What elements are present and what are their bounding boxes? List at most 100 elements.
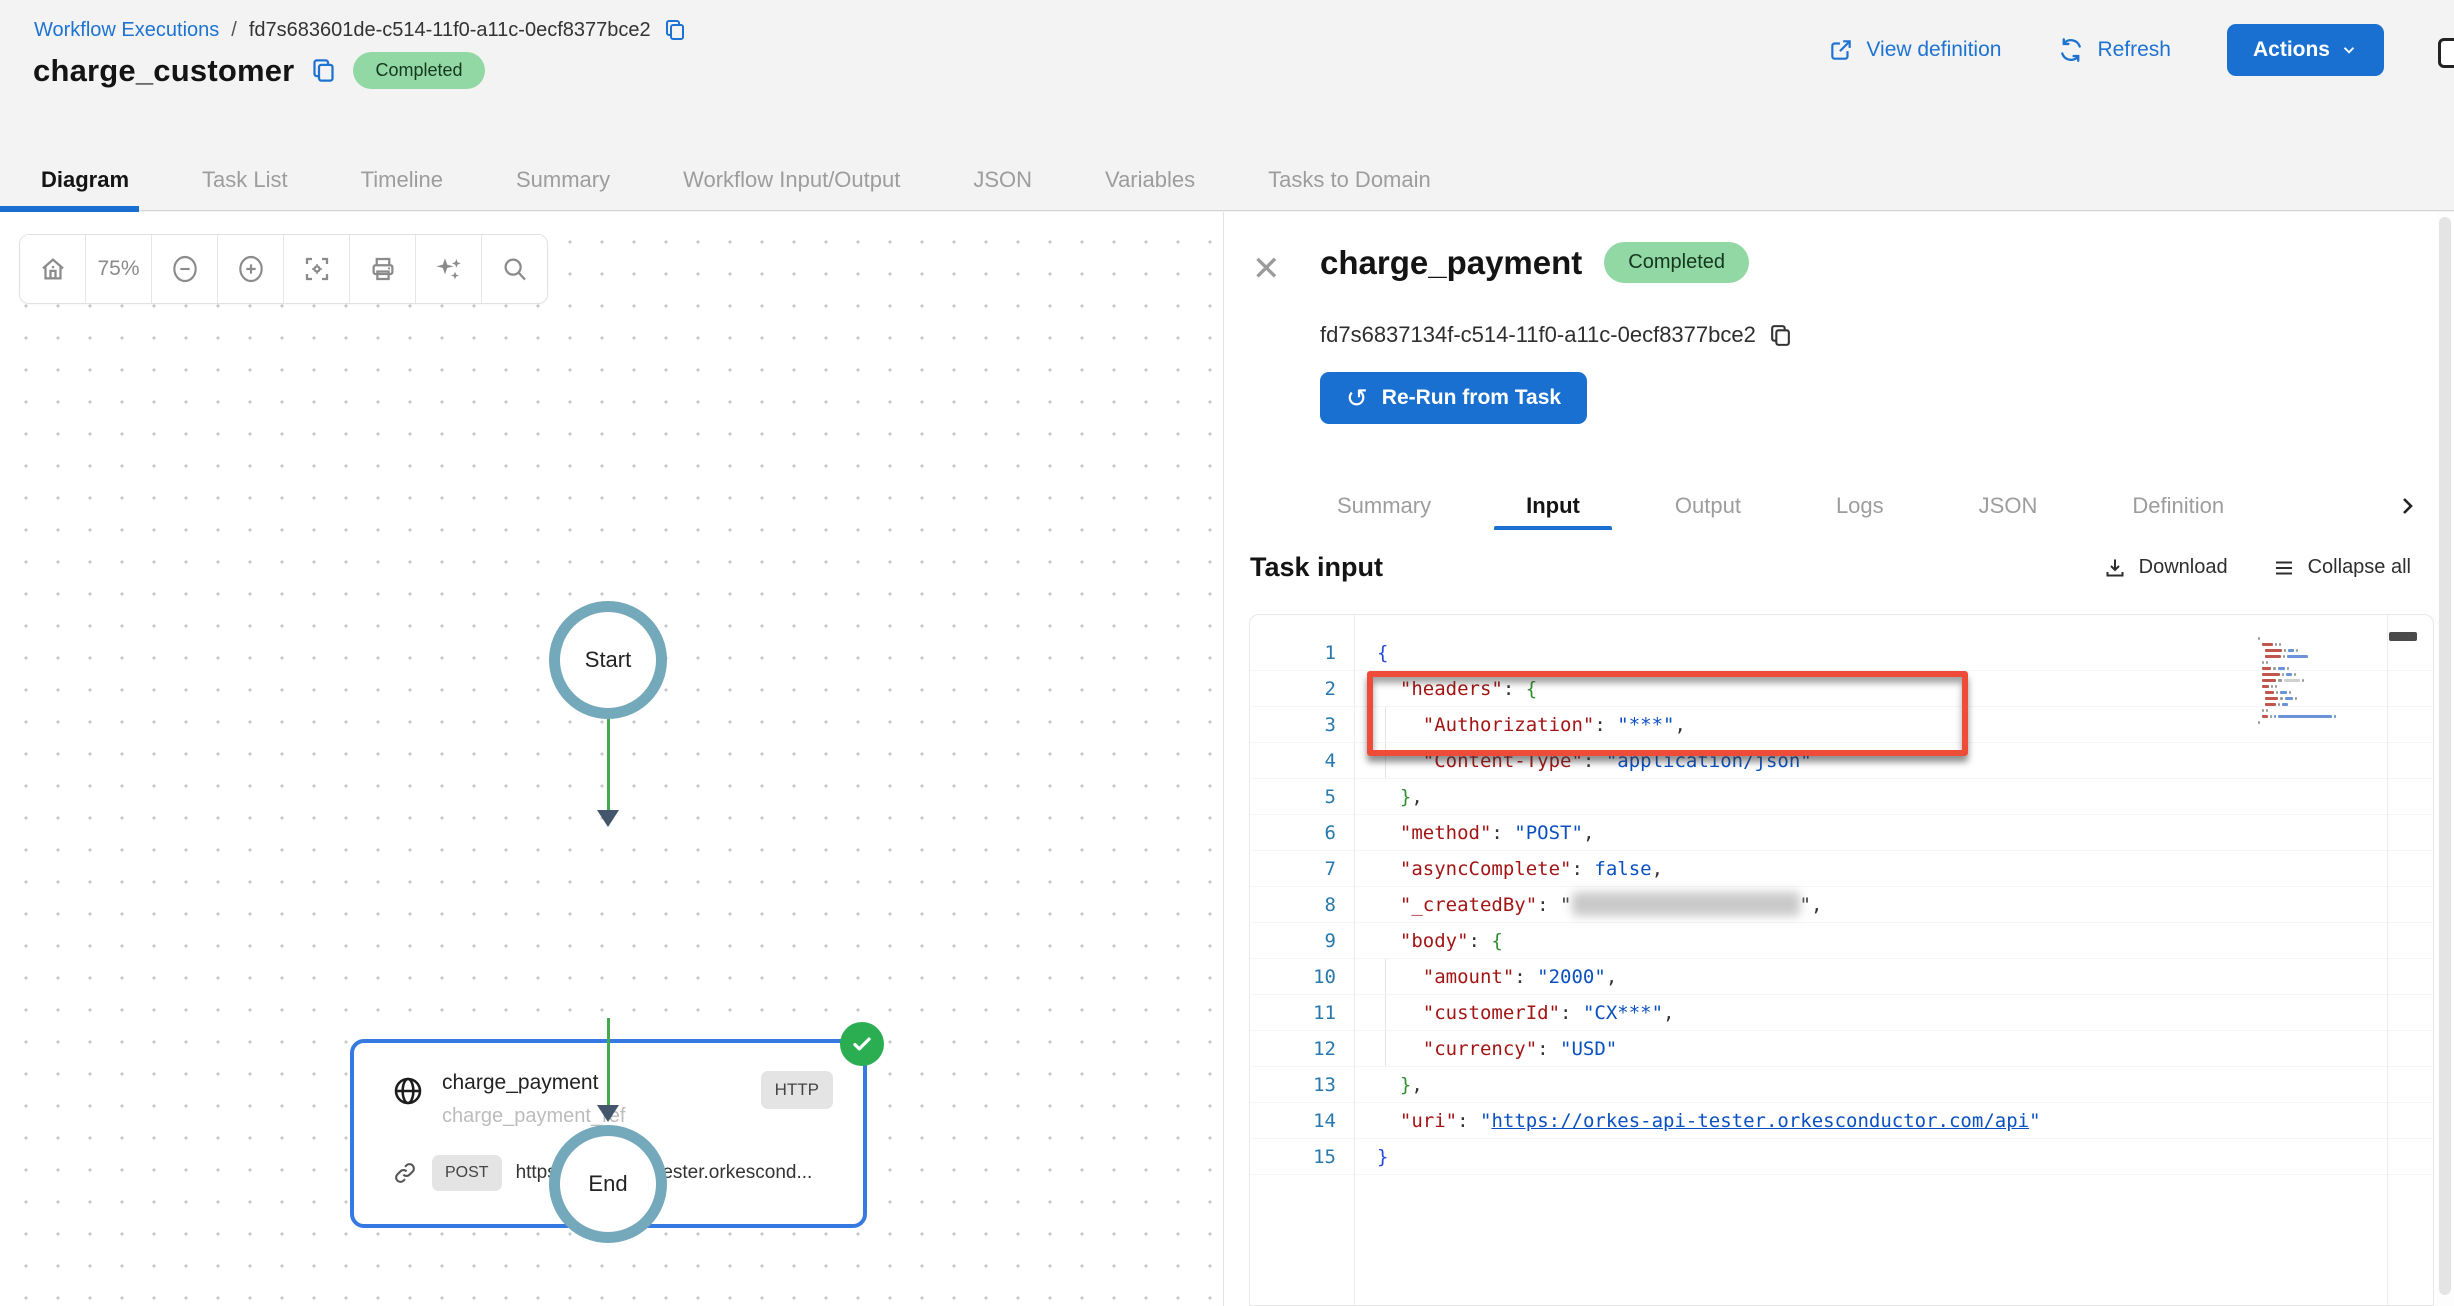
zoom-level-label: 75% [97, 257, 139, 281]
line-number: 2 [1250, 671, 1336, 707]
end-node[interactable]: End [549, 1125, 667, 1243]
minimap-divider [2387, 615, 2388, 1305]
task-tab-output[interactable]: Output [1675, 493, 1741, 519]
zoom-in-button[interactable] [218, 235, 284, 303]
copy-icon[interactable] [663, 18, 687, 42]
page-scrollbar-thumb[interactable] [2439, 217, 2451, 1295]
uri-link[interactable]: https://orkes-api-tester.orkesconductor.… [1491, 1110, 2029, 1132]
globe-icon [392, 1075, 424, 1107]
refresh-button[interactable]: Refresh [2057, 36, 2171, 64]
task-tab-summary[interactable]: Summary [1337, 493, 1431, 519]
task-tab-logs[interactable]: Logs [1836, 493, 1884, 519]
line-number: 4 [1250, 743, 1336, 779]
start-node-label: Start [585, 647, 631, 673]
rerun-icon: ↺ [1346, 388, 1368, 408]
task-detail-panel: ✕ charge_payment Completed fd7s6837134f-… [1223, 212, 2437, 1306]
code-line-8: 8 "_createdBy": "", [1250, 887, 2433, 923]
line-number: 14 [1250, 1103, 1336, 1139]
clipped-edge-element [2438, 38, 2454, 68]
task-tab-json[interactable]: JSON [1979, 493, 2038, 519]
home-icon [38, 254, 68, 284]
print-button[interactable] [350, 235, 416, 303]
collapse-all-icon [2272, 556, 2296, 580]
tab-task-list[interactable]: Task List [202, 167, 288, 193]
arrowhead-icon [597, 810, 619, 827]
code-minimap[interactable] [2258, 637, 2378, 727]
code-line-9: 9 "body": { [1250, 923, 2433, 959]
collapse-all-label: Collapse all [2308, 556, 2411, 579]
task-success-check-icon [840, 1022, 884, 1066]
search-icon [500, 254, 530, 284]
breadcrumb: Workflow Executions / fd7s683601de-c514-… [34, 18, 687, 42]
tab-workflow-input-output[interactable]: Workflow Input/Output [683, 167, 900, 193]
rerun-from-task-button[interactable]: ↺ Re-Run from Task [1320, 372, 1587, 424]
code-line-10: 10 "amount": "2000", [1250, 959, 2433, 995]
line-number: 15 [1250, 1139, 1336, 1175]
code-line-5: 5 }, [1250, 779, 2433, 815]
line-number: 11 [1250, 995, 1336, 1031]
breadcrumb-separator: / [231, 19, 237, 42]
zoom-out-icon [169, 253, 201, 285]
home-button[interactable] [20, 235, 86, 303]
task-input-code-viewer[interactable]: 1{2 "headers": {3 "Authorization": "***"… [1249, 614, 2434, 1306]
workflow-diagram-canvas[interactable]: 75% Start charge_payme [0, 212, 1223, 1306]
line-number: 1 [1250, 635, 1336, 671]
code-line-15: 15} [1250, 1139, 2433, 1175]
copy-icon[interactable] [1768, 323, 1793, 348]
edge-task-to-end [607, 1018, 610, 1106]
breadcrumb-workflow-executions-link[interactable]: Workflow Executions [34, 19, 219, 42]
chevron-down-icon [2340, 41, 2358, 59]
tab-timeline[interactable]: Timeline [361, 167, 443, 193]
code-line-3: 3 "Authorization": "***", [1250, 707, 2433, 743]
close-panel-button[interactable]: ✕ [1252, 252, 1281, 286]
code-line-7: 7 "asyncComplete": false, [1250, 851, 2433, 887]
line-number: 12 [1250, 1031, 1336, 1067]
http-method-badge: POST [432, 1155, 502, 1191]
ai-assist-button[interactable] [416, 235, 482, 303]
rerun-label: Re-Run from Task [1382, 386, 1561, 410]
page-scrollbar[interactable] [2437, 212, 2454, 1306]
tab-json[interactable]: JSON [973, 167, 1032, 193]
tab-overflow-chevron-right-icon[interactable] [2395, 494, 2419, 518]
redacted-value [1572, 892, 1800, 916]
task-node-name: charge_payment [442, 1071, 625, 1095]
task-tab-input[interactable]: Input [1526, 493, 1580, 519]
line-number: 7 [1250, 851, 1336, 887]
task-input-heading: Task input [1250, 552, 1383, 583]
collapse-all-button[interactable]: Collapse all [2272, 556, 2411, 580]
search-button[interactable] [482, 235, 547, 303]
line-number: 5 [1250, 779, 1336, 815]
edge-start-to-task [607, 719, 610, 811]
code-line-2: 2 "headers": { [1250, 671, 2433, 707]
tab-variables[interactable]: Variables [1105, 167, 1195, 193]
tab-diagram[interactable]: Diagram [41, 167, 129, 193]
zoom-level-indicator[interactable]: 75% [86, 235, 152, 303]
main-tab-bar: Diagram Task List Timeline Summary Workflow … [41, 150, 1431, 210]
line-number: 3 [1250, 707, 1336, 743]
start-node[interactable]: Start [549, 601, 667, 719]
tab-tasks-to-domain[interactable]: Tasks to Domain [1268, 167, 1431, 193]
page-title: charge_customer [33, 53, 294, 89]
copy-icon[interactable] [310, 57, 337, 84]
line-number: 8 [1250, 887, 1336, 923]
end-node-label: End [588, 1171, 627, 1197]
line-number: 6 [1250, 815, 1336, 851]
actions-button[interactable]: Actions [2227, 24, 2384, 76]
code-line-6: 6 "method": "POST", [1250, 815, 2433, 851]
line-number: 9 [1250, 923, 1336, 959]
fit-to-screen-button[interactable] [284, 235, 350, 303]
link-icon [392, 1160, 418, 1186]
code-line-12: 12 "currency": "USD" [1250, 1031, 2433, 1067]
task-status-badge: Completed [1604, 242, 1749, 283]
view-definition-button[interactable]: View definition [1828, 37, 2001, 63]
refresh-icon [2057, 36, 2085, 64]
task-tab-bar: Summary Input Output Logs JSON Definition [1337, 482, 2377, 530]
tab-summary[interactable]: Summary [516, 167, 610, 193]
task-tab-definition[interactable]: Definition [2132, 493, 2224, 519]
download-button[interactable]: Download [2103, 556, 2228, 580]
zoom-out-button[interactable] [152, 235, 218, 303]
breadcrumb-execution-id: fd7s683601de-c514-11f0-a11c-0ecf8377bce2 [249, 19, 651, 42]
code-scrollbar-thumb[interactable] [2389, 632, 2417, 641]
line-number: 10 [1250, 959, 1336, 995]
code-line-4: 4 "Content-Type": "application/json" [1250, 743, 2433, 779]
